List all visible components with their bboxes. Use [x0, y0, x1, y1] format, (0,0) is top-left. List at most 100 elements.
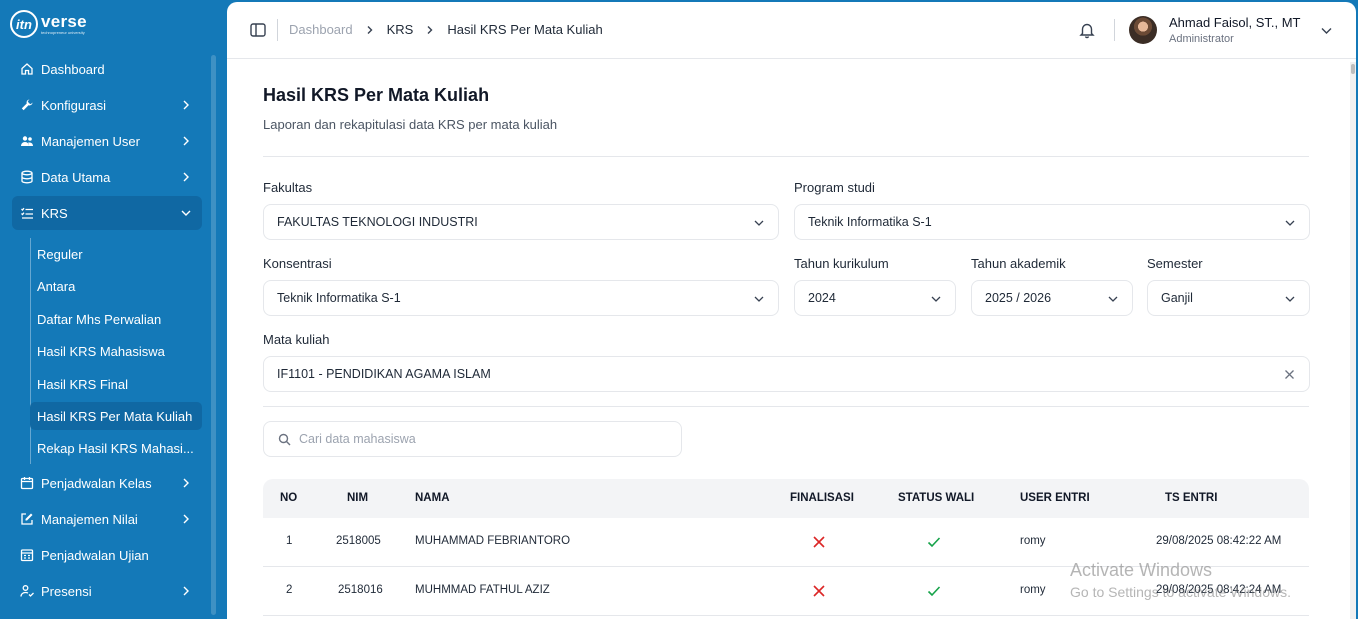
brand-mark: itn [10, 10, 38, 38]
chevron-down-icon [1285, 296, 1295, 302]
sidebar-item-penjadwalan-ujian[interactable]: Penjadwalan Ujian [12, 538, 202, 572]
divider [1114, 19, 1115, 41]
sidebar-subitem-rekap-hasil-krs[interactable]: Rekap Hasil KRS Mahasi... [30, 434, 194, 462]
divider [263, 406, 1309, 407]
calendar-grid-icon [20, 548, 34, 562]
bell-icon[interactable] [1078, 21, 1096, 39]
breadcrumb-krs[interactable]: KRS [387, 22, 414, 37]
sidebar-item-label: Penjadwalan Kelas [41, 475, 152, 491]
sidebar-item-label: Manajemen User [41, 133, 140, 149]
sidebar-subitem-hasil-krs-final[interactable]: Hasil KRS Final [30, 370, 128, 398]
calendar-icon [20, 476, 34, 490]
cross-icon [813, 536, 825, 548]
akademik-select[interactable]: 2025 / 2026 [971, 280, 1133, 316]
sidebar-item-label: Manajemen Nilai [41, 511, 138, 527]
page-subtitle: Laporan dan rekapitulasi data KRS per ma… [263, 117, 558, 132]
chevron-down-icon[interactable] [1320, 24, 1333, 37]
prodi-value: Teknik Informatika S-1 [808, 215, 932, 229]
sidebar-item-label: Konfigurasi [41, 97, 107, 113]
kurikulum-value: 2024 [808, 291, 836, 305]
sidebar-subitem-daftar-mhs-perwalian[interactable]: Daftar Mhs Perwalian [30, 305, 161, 333]
users-icon [20, 134, 34, 148]
wrench-icon [20, 98, 34, 112]
col-header-user-entri[interactable]: USER ENTRI [1020, 492, 1090, 504]
kurikulum-select[interactable]: 2024 [794, 280, 956, 316]
sidebar-subitem-hasil-krs-mahasiswa[interactable]: Hasil KRS Mahasiswa [30, 337, 165, 365]
col-header-no[interactable]: NO [280, 492, 297, 504]
user-name[interactable]: Ahmad Faisol, ST., MT [1169, 15, 1300, 30]
col-header-nim[interactable]: NIM [347, 492, 368, 504]
chevron-down-icon [1285, 220, 1295, 226]
semester-value: Ganjil [1161, 291, 1193, 305]
semester-label: Semester [1147, 256, 1203, 271]
sidebar-subitem-hasil-krs-per-mata-kuliah[interactable]: Hasil KRS Per Mata Kuliah [30, 402, 203, 430]
divider [277, 19, 278, 41]
sidebar-subitem-reguler[interactable]: Reguler [30, 240, 83, 268]
sidebar-scrollbar[interactable] [211, 55, 216, 615]
col-header-nama[interactable]: NAMA [415, 492, 450, 504]
sidebar-item-konfigurasi[interactable]: Konfigurasi [12, 88, 202, 122]
main-panel: Dashboard KRS Hasil KRS Per Mata Kuliah … [227, 2, 1356, 619]
chevron-down-icon [754, 220, 764, 226]
prodi-label: Program studi [794, 180, 875, 195]
sidebar-item-manajemen-user[interactable]: Manajemen User [12, 124, 202, 158]
sidebar-toggle-icon[interactable] [250, 22, 266, 38]
chevron-right-icon [183, 172, 189, 182]
main-scrollbar-thumb[interactable] [1351, 64, 1355, 74]
cell-no: 1 [286, 535, 293, 547]
chevron-down-icon [1108, 296, 1118, 302]
topbar: Dashboard KRS Hasil KRS Per Mata Kuliah … [227, 2, 1356, 59]
cell-nim: 2518005 [336, 535, 381, 547]
edit-icon [20, 512, 34, 526]
fakultas-value: FAKULTAS TEKNOLOGI INDUSTRI [277, 215, 478, 229]
activate-windows-subtitle: Go to Settings to activate Windows. [1070, 584, 1291, 600]
close-icon[interactable] [1284, 369, 1295, 380]
col-header-status-wali[interactable]: STATUS WALI [898, 492, 974, 504]
chevron-right-icon [183, 136, 189, 146]
sidebar-item-label: Data Utama [41, 169, 111, 185]
matkul-value: IF1101 - PENDIDIKAN AGAMA ISLAM [277, 367, 491, 381]
cell-nama: MUHAMMAD FEBRIANTORO [415, 535, 571, 547]
matkul-select[interactable]: IF1101 - PENDIDIKAN AGAMA ISLAM [263, 356, 1310, 392]
sidebar-item-data-utama[interactable]: Data Utama [12, 160, 202, 194]
chevron-right-icon [183, 478, 189, 488]
cell-nama: MUHMMAD FATHUL AZIZ [415, 584, 550, 596]
akademik-label: Tahun akademik [971, 256, 1066, 271]
sidebar-item-label: Dashboard [41, 61, 105, 77]
brand-logo[interactable]: itn verse technopreneur university [10, 9, 87, 39]
avatar[interactable] [1129, 16, 1157, 44]
search-input[interactable] [299, 432, 659, 446]
chevron-right-icon [183, 514, 189, 524]
sidebar-item-label: Presensi [41, 583, 92, 599]
sidebar-item-krs[interactable]: KRS [12, 196, 202, 230]
sidebar-item-penjadwalan-kelas[interactable]: Penjadwalan Kelas [12, 466, 202, 500]
main-scrollbar[interactable] [1350, 62, 1356, 619]
prodi-select[interactable]: Teknik Informatika S-1 [794, 204, 1310, 240]
cell-no: 2 [286, 584, 293, 596]
divider [263, 156, 1309, 157]
col-header-finalisasi[interactable]: FINALISASI [790, 492, 854, 504]
cross-icon [813, 585, 825, 597]
chevron-right-icon [183, 100, 189, 110]
konsentrasi-select[interactable]: Teknik Informatika S-1 [263, 280, 779, 316]
sidebar-item-dashboard[interactable]: Dashboard [12, 52, 202, 86]
cell-nim: 2518016 [338, 584, 383, 596]
chevron-right-icon [427, 25, 433, 34]
chevron-down-icon [754, 296, 764, 302]
database-icon [20, 170, 34, 184]
sidebar-item-presensi[interactable]: Presensi [12, 574, 202, 608]
search-box[interactable] [263, 421, 682, 457]
sidebar-item-manajemen-nilai[interactable]: Manajemen Nilai [12, 502, 202, 536]
check-icon [927, 586, 941, 597]
page-title: Hasil KRS Per Mata Kuliah [263, 85, 490, 105]
table-header: NO NIM NAMA FINALISASI STATUS WALI USER … [263, 479, 1309, 518]
kurikulum-label: Tahun kurikulum [794, 256, 889, 271]
breadcrumb: Dashboard KRS Hasil KRS Per Mata Kuliah [289, 22, 603, 37]
semester-select[interactable]: Ganjil [1147, 280, 1310, 316]
col-header-ts-entri[interactable]: TS ENTRI [1165, 492, 1217, 504]
konsentrasi-value: Teknik Informatika S-1 [277, 291, 401, 305]
breadcrumb-dashboard[interactable]: Dashboard [289, 22, 353, 37]
akademik-value: 2025 / 2026 [985, 291, 1052, 305]
sidebar-subitem-antara[interactable]: Antara [30, 272, 75, 300]
fakultas-select[interactable]: FAKULTAS TEKNOLOGI INDUSTRI [263, 204, 779, 240]
